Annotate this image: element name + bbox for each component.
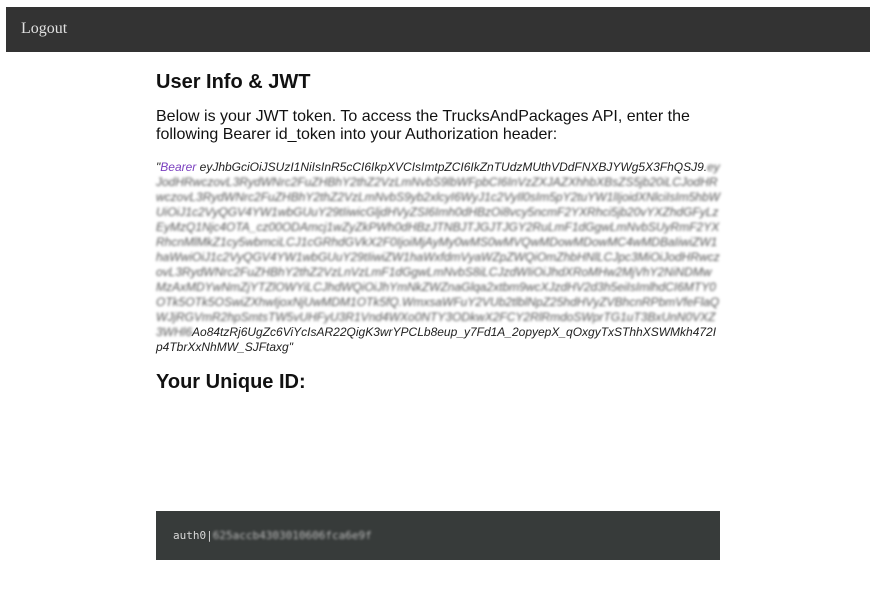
jwt-token-text: " Bearer eyJhbGciOiJSUzI1NiIsInR5cCI6IkpX…: [156, 160, 720, 355]
page-title: User Info & JWT: [156, 71, 311, 93]
bearer-label: Bearer: [160, 160, 197, 174]
unique-id-prefix: auth0|: [173, 529, 213, 542]
main-content: User Info & JWT Below is your JWT token.…: [156, 68, 720, 395]
navbar: Logout: [6, 7, 870, 52]
unique-id-heading: Your Unique ID:: [156, 371, 306, 393]
unique-id-value: 625accb4303010606fca6e9f: [212, 529, 372, 542]
jwt-instructions: Below is your JWT token. To access the T…: [156, 108, 690, 143]
token-last-line: Ao84tzRj6UgZc6ViYcIsAR22QigK3wrYPCLb8eup…: [156, 325, 717, 354]
token-first-line: eyJhbGciOiJSUzI1NiIsInR5cCI6IkpXVCIsImtp…: [199, 160, 708, 174]
token-close-quote: ": [288, 340, 293, 354]
unique-id-code-block: auth0| 625accb4303010606fca6e9f: [156, 511, 720, 560]
token-obscured-segment: eyJodHRwczovL3RydWNrc2FuZHBhY2thZ2VzLmNv…: [156, 160, 720, 339]
logout-link[interactable]: Logout: [21, 20, 67, 38]
